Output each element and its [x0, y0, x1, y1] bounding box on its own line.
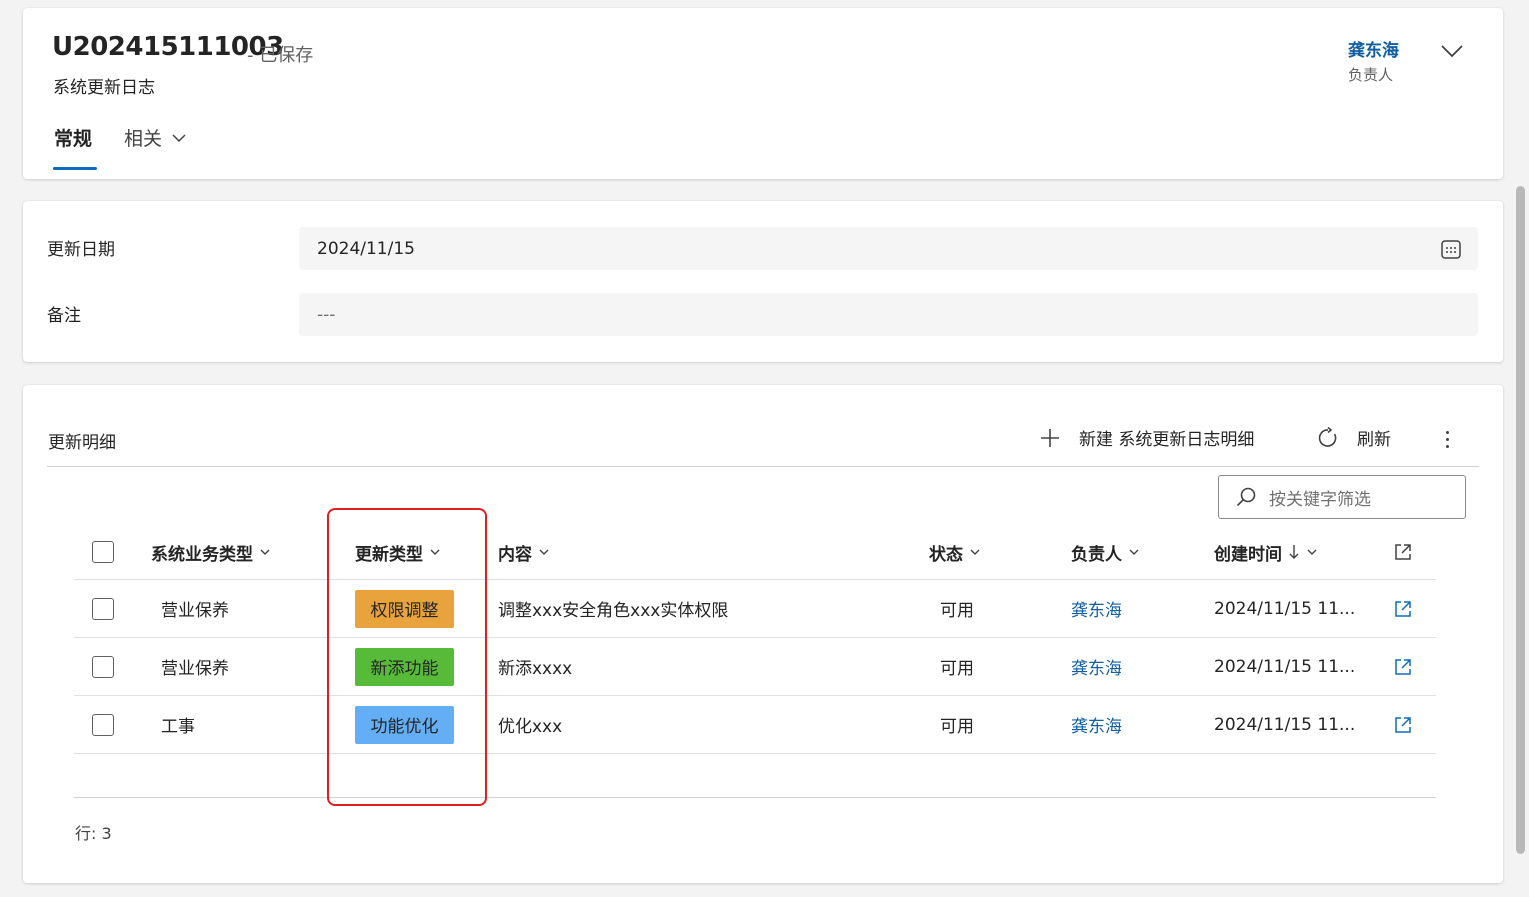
- biz-type-cell: 工事: [161, 717, 195, 737]
- select-all-checkbox[interactable]: [92, 541, 114, 563]
- search-placeholder: 按关键字筛选: [1269, 489, 1371, 510]
- subgrid-title: 更新明细: [48, 433, 116, 453]
- notes-label: 备注: [47, 306, 81, 326]
- owner-link[interactable]: 龚东海: [1071, 580, 1122, 637]
- update-type-tag[interactable]: 权限调整: [355, 589, 454, 628]
- status-cell: 可用: [940, 659, 974, 679]
- open-in-new-window-icon[interactable]: [1394, 600, 1412, 618]
- entity-name: 系统更新日志: [53, 78, 155, 98]
- update-date-label: 更新日期: [47, 240, 115, 260]
- open-in-new-window-icon[interactable]: [1394, 658, 1412, 676]
- tab-related[interactable]: 相关: [124, 124, 188, 151]
- update-type-cell: 新添功能: [355, 638, 454, 695]
- record-header: U202415111003 - 已保存 系统更新日志 龚东海 负责人 常规 相关: [23, 8, 1503, 179]
- content-cell: 优化xxx: [498, 717, 563, 737]
- table-header-row: 系统业务类型 更新类型 内容 状态 负责人 创建时间: [74, 525, 1436, 580]
- row-checkbox[interactable]: [92, 713, 114, 736]
- column-header-owner[interactable]: 负责人: [1071, 525, 1140, 579]
- select-all-cell: [92, 525, 114, 579]
- update-date-field[interactable]: 2024/11/15: [299, 227, 1478, 270]
- row-checkbox[interactable]: [92, 597, 114, 620]
- row-checkbox[interactable]: [92, 655, 114, 678]
- header-expand-chevron-icon[interactable]: [1437, 36, 1467, 66]
- update-details-subgrid: 更新明细 新建 系统更新日志明细 刷新 按关键字筛选 系统业务类型 更新类型 内…: [23, 385, 1503, 883]
- content-cell: 调整xxx安全角色xxx实体权限: [498, 601, 729, 621]
- saved-status: - 已保存: [247, 45, 314, 66]
- column-header-content[interactable]: 内容: [498, 525, 550, 579]
- filter-search-input[interactable]: 按关键字筛选: [1218, 475, 1466, 519]
- table-row[interactable]: 营业保养 新添功能 新添xxxx 可用 龚东海 2024/11/15 11...: [74, 638, 1436, 696]
- open-record-cell: [1394, 696, 1412, 753]
- table-row[interactable]: 工事 功能优化 优化xxx 可用 龚东海 2024/11/15 11...: [74, 696, 1436, 754]
- page-scrollbar-thumb[interactable]: [1516, 186, 1525, 854]
- header-owner-link[interactable]: 龚东海: [1348, 36, 1399, 61]
- biz-type-cell: 营业保养: [161, 659, 229, 679]
- column-header-content-label: 内容: [498, 544, 532, 565]
- sort-descending-icon: [1289, 545, 1299, 559]
- grid-footer-divider: [74, 797, 1436, 798]
- open-in-new-window-icon[interactable]: [1394, 716, 1412, 734]
- plus-icon: [1041, 428, 1059, 447]
- chevron-down-icon: [539, 549, 549, 555]
- more-commands-icon[interactable]: [1437, 425, 1457, 453]
- biz-type-cell: 营业保养: [161, 601, 229, 621]
- refresh-button[interactable]: 刷新: [1317, 425, 1391, 450]
- owner-link[interactable]: 龚东海: [1071, 696, 1122, 753]
- header-owner-label: 负责人: [1348, 66, 1394, 84]
- column-header-owner-label: 负责人: [1071, 544, 1122, 565]
- chevron-down-icon: [172, 133, 186, 142]
- update-type-tag[interactable]: 功能优化: [355, 705, 454, 744]
- update-type-tag[interactable]: 新添功能: [355, 647, 454, 686]
- open-in-new-window-icon: [1395, 544, 1411, 560]
- column-header-update-type[interactable]: 更新类型: [355, 525, 441, 579]
- refresh-icon: [1318, 426, 1337, 447]
- new-record-button[interactable]: 新建 系统更新日志明细: [1039, 425, 1254, 450]
- content-cell: 新添xxxx: [498, 659, 573, 679]
- row-count: 行: 3: [75, 824, 112, 843]
- update-type-cell: 权限调整: [355, 580, 454, 637]
- column-header-created-label: 创建时间: [1214, 544, 1282, 565]
- chevron-down-icon: [260, 549, 270, 555]
- owner-link[interactable]: 龚东海: [1071, 638, 1122, 695]
- chevron-down-icon: [1129, 549, 1139, 555]
- column-header-open[interactable]: [1394, 525, 1412, 579]
- column-header-status[interactable]: 状态: [929, 525, 981, 579]
- created-cell: 2024/11/15 11...: [1214, 656, 1356, 677]
- status-cell: 可用: [940, 601, 974, 621]
- created-cell: 2024/11/15 11...: [1214, 714, 1356, 735]
- subgrid-divider: [47, 466, 1479, 467]
- column-header-status-label: 状态: [929, 544, 963, 565]
- chevron-down-icon: [430, 549, 440, 555]
- notes-field[interactable]: ---: [299, 293, 1478, 336]
- refresh-label: 刷新: [1357, 430, 1391, 450]
- row-select-cell: [92, 638, 114, 695]
- calendar-icon[interactable]: [1440, 238, 1462, 260]
- search-icon: [1236, 487, 1256, 507]
- update-type-cell: 功能优化: [355, 696, 454, 753]
- column-header-created[interactable]: 创建时间: [1214, 525, 1318, 579]
- tab-general[interactable]: 常规: [54, 124, 92, 151]
- new-record-label: 新建 系统更新日志明细: [1079, 430, 1255, 450]
- update-date-value: 2024/11/15: [317, 238, 415, 259]
- column-header-update-type-label: 更新类型: [355, 544, 423, 565]
- chevron-down-icon: [970, 549, 980, 555]
- open-record-cell: [1394, 638, 1412, 695]
- general-section: 更新日期 2024/11/15 备注 ---: [23, 201, 1503, 362]
- row-select-cell: [92, 696, 114, 753]
- tab-selected-indicator: [53, 167, 97, 170]
- created-cell: 2024/11/15 11...: [1214, 598, 1356, 619]
- open-record-cell: [1394, 580, 1412, 637]
- status-cell: 可用: [940, 717, 974, 737]
- column-header-biz-type-label: 系统业务类型: [151, 544, 253, 565]
- column-header-biz-type[interactable]: 系统业务类型: [151, 525, 271, 579]
- tab-related-label: 相关: [124, 128, 163, 150]
- chevron-down-icon: [1307, 549, 1317, 555]
- table-row[interactable]: 营业保养 权限调整 调整xxx安全角色xxx实体权限 可用 龚东海 2024/1…: [74, 580, 1436, 638]
- row-select-cell: [92, 580, 114, 637]
